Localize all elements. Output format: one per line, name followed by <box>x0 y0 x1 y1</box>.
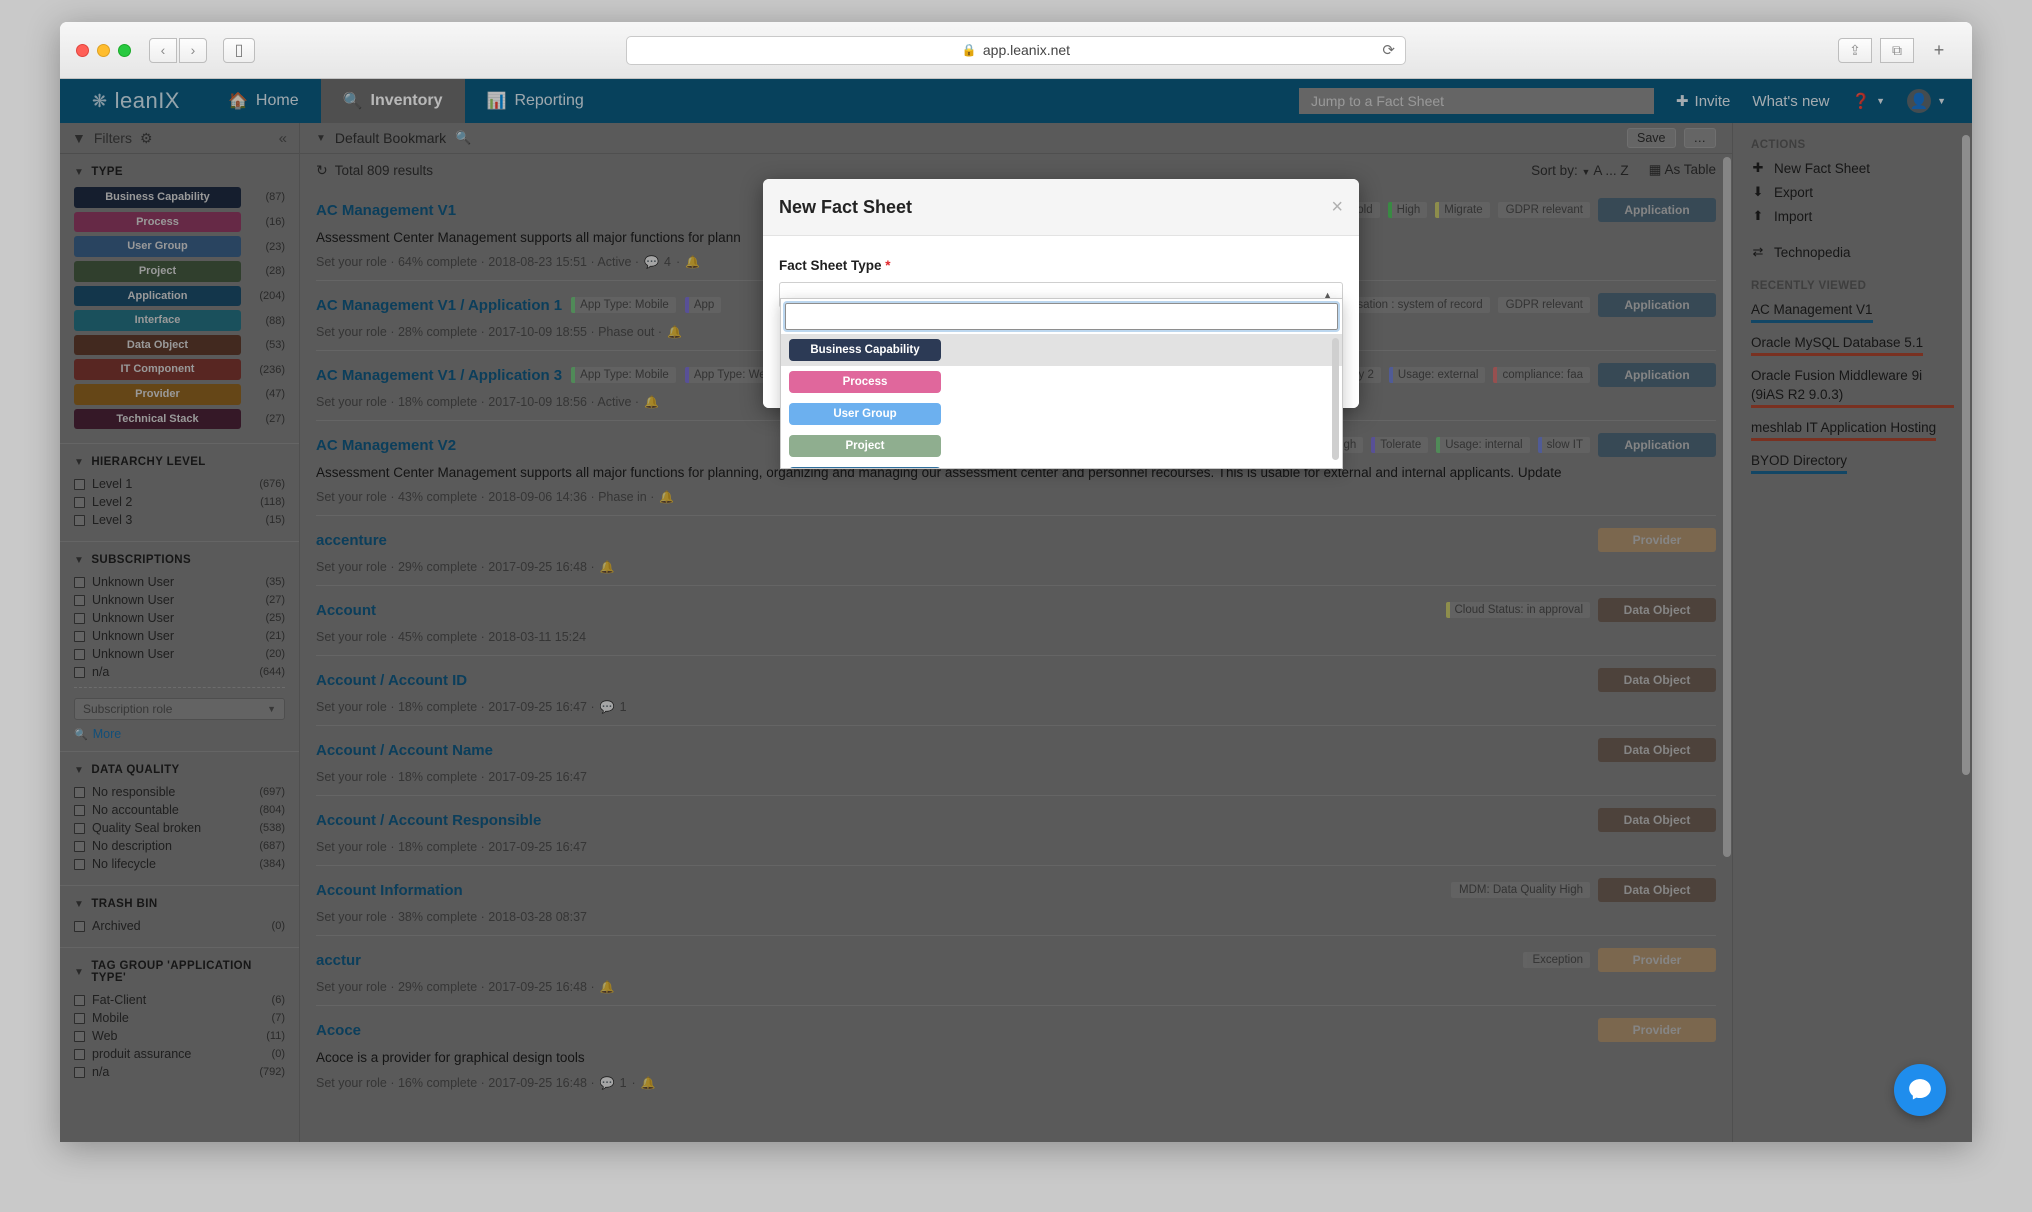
sidebar-toggle-button[interactable]: ▯ <box>223 37 255 63</box>
option-chip: Process <box>789 371 941 393</box>
dropdown-option-business-capability[interactable]: Business Capability <box>781 334 1342 366</box>
chat-bubble-icon <box>1909 1079 1931 1100</box>
minimize-window-button[interactable] <box>97 43 110 57</box>
dropdown-option-user-group[interactable]: User Group <box>781 398 1342 430</box>
maximize-window-button[interactable] <box>118 43 131 57</box>
intercom-chat-button[interactable] <box>1894 1064 1946 1116</box>
option-chip: Application <box>789 467 941 468</box>
browser-chrome-right[interactable]: ⇪ ⧉ + <box>1838 37 1956 63</box>
url-text: app.leanix.net <box>982 42 1071 58</box>
fact-sheet-type-label: Fact Sheet Type * <box>779 258 1343 273</box>
modal-header: New Fact Sheet × <box>763 179 1359 236</box>
browser-navigation-buttons[interactable]: ‹ › <box>149 37 207 63</box>
close-window-button[interactable] <box>76 43 89 57</box>
field-label-text: Fact Sheet Type <box>779 258 882 273</box>
option-chip: Project <box>789 435 941 457</box>
share-icon[interactable]: ⇪ <box>1838 37 1872 63</box>
close-icon[interactable]: × <box>1331 196 1343 219</box>
option-chip: User Group <box>789 403 941 425</box>
desktop-background: ‹ › ▯ 🔒 app.leanix.net ⟳ ⇪ ⧉ + ❋ leanIX <box>0 0 2032 1212</box>
lock-icon: 🔒 <box>961 43 977 57</box>
dropdown-search-input[interactable] <box>783 301 1340 332</box>
browser-window: ‹ › ▯ 🔒 app.leanix.net ⟳ ⇪ ⧉ + ❋ leanIX <box>60 22 1972 1142</box>
dropdown-option-application[interactable]: Application <box>781 462 1342 468</box>
dropdown-option-process[interactable]: Process <box>781 366 1342 398</box>
modal-title: New Fact Sheet <box>779 196 913 217</box>
required-asterisk: * <box>885 258 891 273</box>
option-chip: Business Capability <box>789 339 941 361</box>
dropdown-option-project[interactable]: Project <box>781 430 1342 462</box>
browser-chrome-bar: ‹ › ▯ 🔒 app.leanix.net ⟳ ⇪ ⧉ + <box>60 22 1972 79</box>
dropdown-options-list: Business Capability Process User Group P… <box>781 334 1342 468</box>
new-tab-button[interactable]: + <box>1922 38 1956 63</box>
reload-icon[interactable]: ⟳ <box>1382 41 1395 59</box>
show-tabs-icon[interactable]: ⧉ <box>1880 37 1914 63</box>
back-button[interactable]: ‹ <box>149 37 177 63</box>
forward-button[interactable]: › <box>179 37 207 63</box>
dropdown-scrollbar[interactable] <box>1332 338 1339 460</box>
window-traffic-lights[interactable] <box>76 43 131 57</box>
fact-sheet-type-dropdown: Business Capability Process User Group P… <box>780 298 1343 469</box>
dropdown-search-wrap <box>781 299 1342 334</box>
address-bar[interactable]: 🔒 app.leanix.net ⟳ <box>626 35 1406 65</box>
leanix-app: ❋ leanIX 🏠 Home 🔍 Inventory 📊 Reporting <box>60 79 1972 1142</box>
